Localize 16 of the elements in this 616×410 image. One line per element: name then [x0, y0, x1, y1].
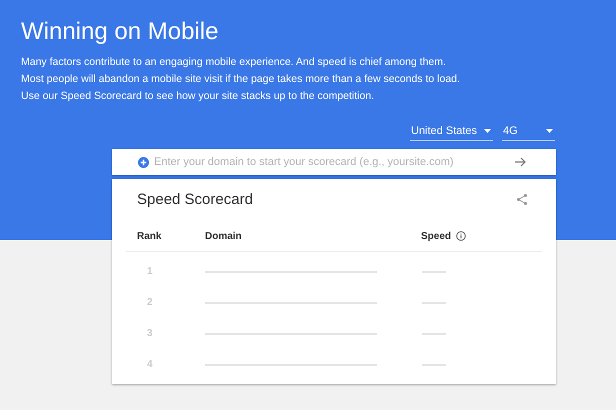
dropdown[interactable]: United States	[410, 122, 493, 141]
page-title: Winning on Mobile	[21, 18, 220, 46]
card-title: Speed Scorecard	[137, 190, 253, 208]
plus-icon	[138, 156, 149, 168]
column-header: Domain	[205, 230, 242, 242]
share-icon[interactable]	[517, 194, 527, 204]
intro-paragraph: Many factors contribute to an engaging mobile experience. And speed is chief among them. Most people will abandon a mobile site visit if the page takes more than a few seconds to load. Use our Speed Scorecard to see how your site stacks up to the competition.	[21, 55, 461, 104]
info-icon[interactable]	[456, 231, 466, 241]
arrow-icon[interactable]	[515, 157, 526, 167]
caret-icon	[546, 129, 553, 133]
column-header: Speed	[421, 230, 452, 242]
column-header: Rank	[137, 230, 162, 242]
domain-search-field[interactable]: Enter your domain to start your scorecard (e.g., yoursite.com)	[112, 149, 556, 175]
domain-input-field[interactable]: Enter your domain to start your scorecard (e.g., yoursite.com)	[154, 156, 510, 168]
caret-icon	[484, 129, 491, 133]
dropdown[interactable]: 4G	[502, 122, 555, 141]
